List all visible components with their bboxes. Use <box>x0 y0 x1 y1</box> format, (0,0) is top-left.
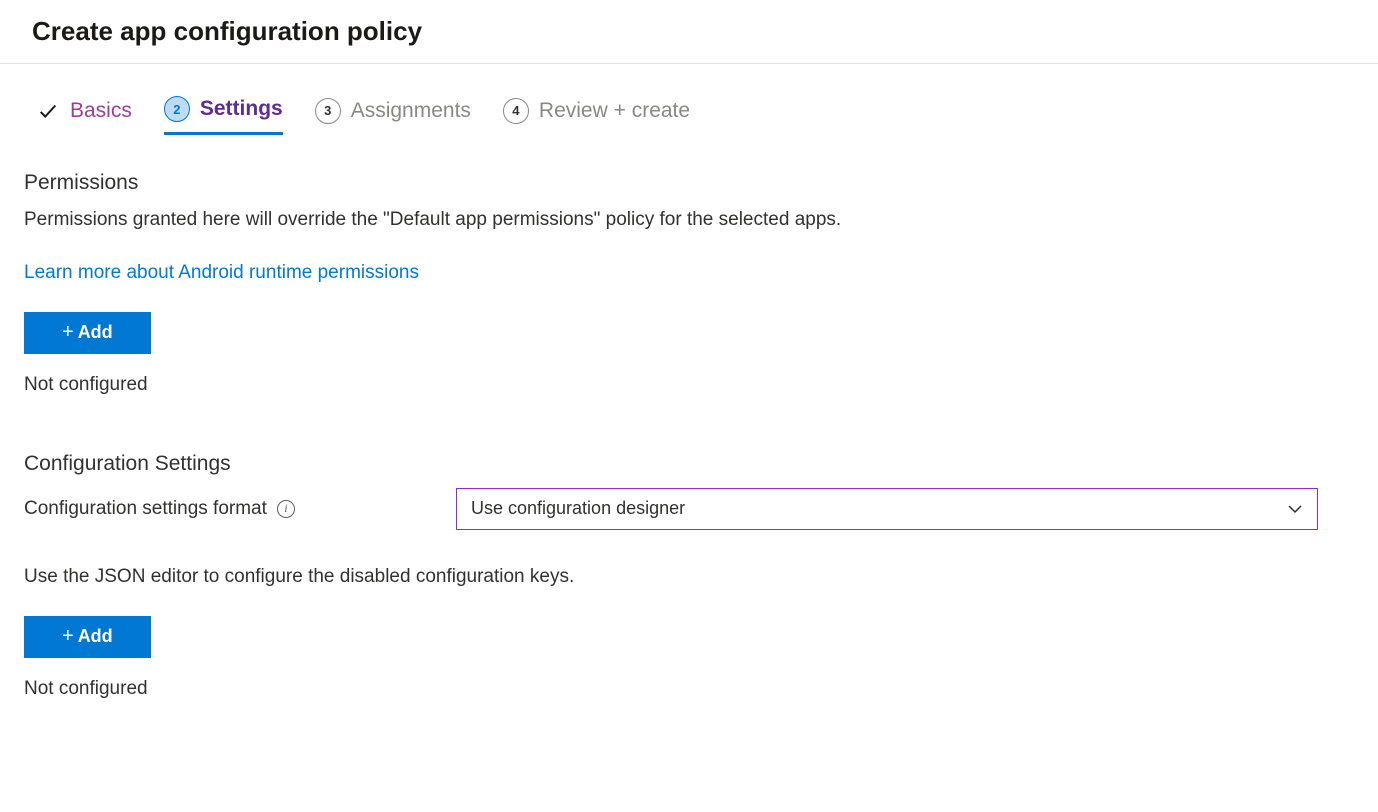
config-format-label: Configuration settings format i <box>24 498 456 520</box>
add-button-label: Add <box>78 626 113 647</box>
config-help-text: Use the JSON editor to configure the dis… <box>24 566 1354 588</box>
chevron-down-icon <box>1287 501 1303 517</box>
step-number-icon: 4 <box>503 98 529 124</box>
configuration-settings-section: Configuration Settings Configuration set… <box>24 452 1354 720</box>
config-status: Not configured <box>24 678 1354 700</box>
config-format-label-text: Configuration settings format <box>24 498 267 520</box>
dropdown-value: Use configuration designer <box>471 498 685 519</box>
info-icon[interactable]: i <box>277 500 295 518</box>
step-label: Assignments <box>351 99 471 123</box>
step-number-icon: 2 <box>164 96 190 122</box>
permissions-status: Not configured <box>24 374 1354 396</box>
page-title: Create app configuration policy <box>32 16 1354 47</box>
config-settings-heading: Configuration Settings <box>24 452 1354 476</box>
step-navigation: Basics 2 Settings 3 Assignments 4 Review… <box>24 64 1354 135</box>
permissions-section: Permissions Permissions granted here wil… <box>24 171 1354 416</box>
checkmark-icon <box>36 99 60 123</box>
permissions-heading: Permissions <box>24 171 1354 195</box>
config-format-dropdown[interactable]: Use configuration designer <box>456 488 1318 530</box>
step-settings[interactable]: 2 Settings <box>164 96 283 135</box>
step-review-create[interactable]: 4 Review + create <box>503 98 690 134</box>
add-button-label: Add <box>78 322 113 343</box>
step-basics[interactable]: Basics <box>36 99 132 133</box>
plus-icon: + <box>62 625 74 648</box>
config-format-row: Configuration settings format i Use conf… <box>24 488 1354 530</box>
step-label: Basics <box>70 99 132 123</box>
add-config-button[interactable]: +Add <box>24 616 151 658</box>
step-label: Review + create <box>539 99 690 123</box>
plus-icon: + <box>62 321 74 344</box>
step-assignments[interactable]: 3 Assignments <box>315 98 471 134</box>
step-label: Settings <box>200 97 283 121</box>
learn-more-link[interactable]: Learn more about Android runtime permiss… <box>24 262 419 284</box>
permissions-description: Permissions granted here will override t… <box>24 207 1354 234</box>
step-number-icon: 3 <box>315 98 341 124</box>
add-permission-button[interactable]: +Add <box>24 312 151 354</box>
